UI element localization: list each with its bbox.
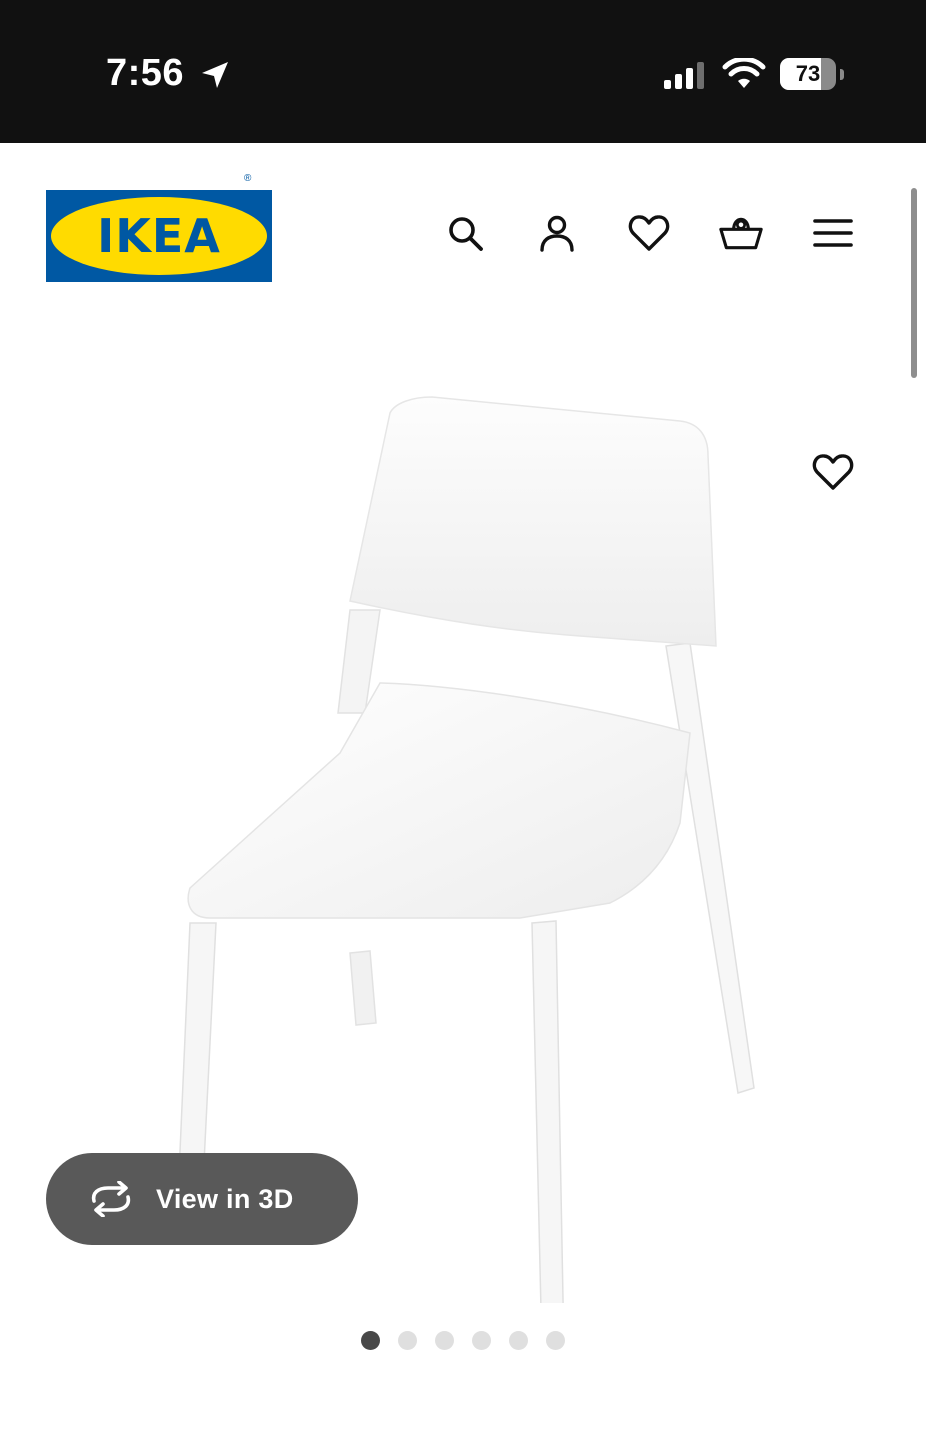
product-gallery: View in 3D: [0, 313, 926, 1313]
logo-text: IKEA: [97, 209, 221, 263]
pagination-dot[interactable]: [509, 1331, 528, 1350]
shopping-basket-icon: [719, 217, 763, 250]
view-in-3d-label: View in 3D: [156, 1184, 294, 1214]
status-bar: 7:56 73: [0, 0, 926, 143]
pagination-dot[interactable]: [435, 1331, 454, 1350]
pagination-dot[interactable]: [546, 1331, 565, 1350]
search-button[interactable]: [443, 211, 487, 255]
heart-icon: [628, 215, 670, 251]
gallery-pagination: [0, 1331, 926, 1351]
status-time: 7:56: [106, 52, 185, 94]
pagination-dot[interactable]: [472, 1331, 491, 1350]
hamburger-menu-icon: [813, 219, 853, 247]
menu-button[interactable]: [811, 211, 855, 255]
account-button[interactable]: [535, 211, 579, 255]
rotate-arrows-icon: [91, 1181, 131, 1217]
shopping-basket-button[interactable]: [719, 211, 763, 255]
logo-registered-mark: ®: [244, 173, 252, 184]
account-icon: [540, 215, 574, 252]
ikea-logo[interactable]: IKEA: [46, 190, 272, 282]
search-icon: [449, 217, 483, 251]
heart-outline-icon: [812, 454, 854, 490]
view-in-3d-button[interactable]: View in 3D: [46, 1153, 358, 1245]
battery-icon: 73: [780, 58, 844, 92]
add-to-favourites-button[interactable]: [808, 447, 858, 497]
wifi-icon: [722, 58, 766, 88]
site-header: IKEA ®: [0, 143, 926, 313]
pagination-dot[interactable]: [361, 1331, 380, 1350]
cellular-signal-icon: [664, 62, 704, 89]
battery-level: 73: [795, 61, 821, 86]
pagination-dot[interactable]: [398, 1331, 417, 1350]
location-arrow-icon: [202, 62, 228, 88]
favourites-button[interactable]: [627, 211, 671, 255]
